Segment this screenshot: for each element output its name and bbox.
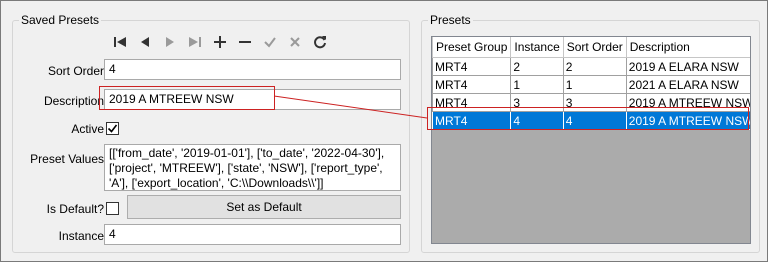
window: Saved Presets Sort Order 4 Description 2…	[0, 0, 768, 262]
annotation-connector-line	[273, 95, 428, 119]
